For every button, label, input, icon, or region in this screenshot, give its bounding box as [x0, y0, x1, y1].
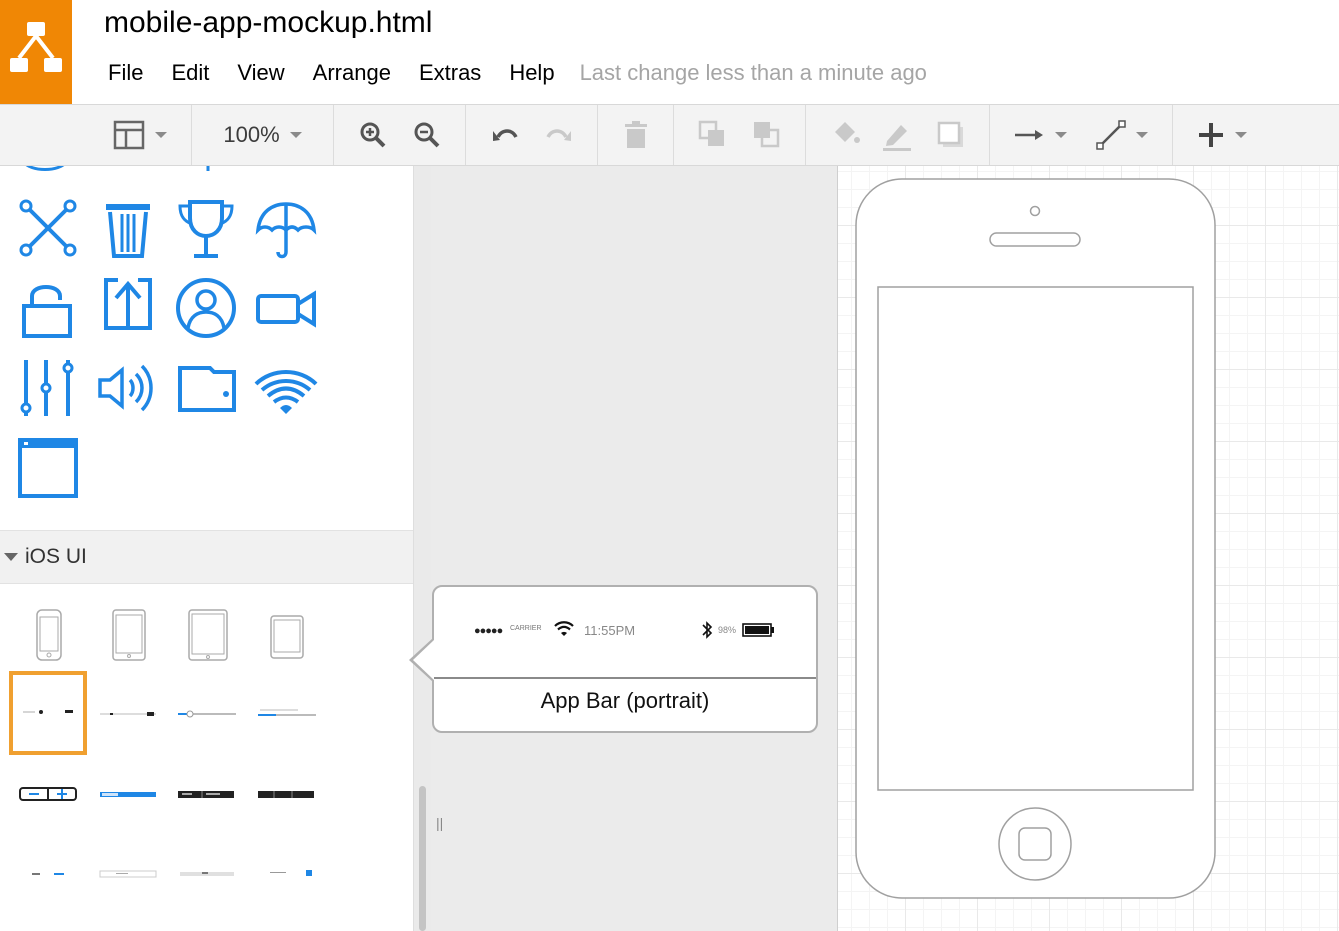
umbrella-icon[interactable]: [250, 192, 322, 264]
shape-library-sidebar[interactable]: iOS UI: [0, 166, 413, 931]
trash-icon[interactable]: [92, 192, 164, 264]
panel-splitter-handle[interactable]: ||: [436, 815, 443, 831]
app-header: mobile-app-mockup.html File Edit View Ar…: [0, 0, 1339, 104]
to-back-button[interactable]: [746, 105, 788, 165]
menu-help[interactable]: Help: [495, 60, 568, 86]
insert-dropdown[interactable]: [1190, 105, 1254, 165]
delete-button[interactable]: [615, 105, 657, 165]
shadow-button[interactable]: [930, 105, 972, 165]
last-change-status[interactable]: Last change less than a minute ago: [569, 60, 927, 86]
undo-icon: [493, 129, 518, 141]
sidebar-scrollbar[interactable]: [413, 166, 431, 931]
bring-to-front-icon: [698, 120, 724, 146]
arrow-right-icon: [1015, 130, 1043, 140]
waypoints-dropdown[interactable]: [1090, 105, 1154, 165]
chevron-down-icon: [1235, 132, 1247, 138]
zoom-in-icon: [360, 122, 386, 148]
format-panel-toggle[interactable]: [104, 105, 176, 165]
menu-extras[interactable]: Extras: [405, 60, 495, 86]
battery-percent: 98%: [718, 625, 737, 635]
diagonal-line-icon: [1096, 120, 1126, 150]
sliders-icon[interactable]: [12, 352, 84, 424]
zoom-out-icon: [414, 122, 440, 148]
bluetooth-icon: [702, 621, 713, 639]
window-icon[interactable]: [12, 432, 84, 504]
wifi-icon[interactable]: [250, 352, 322, 424]
volume-icon[interactable]: [92, 352, 164, 424]
chevron-down-icon: [289, 132, 302, 138]
zoom-in-button[interactable]: [352, 105, 394, 165]
trophy-icon[interactable]: [170, 192, 242, 264]
ios-iphone-portrait-shape[interactable]: [12, 598, 84, 670]
scrollbar-thumb[interactable]: [419, 786, 426, 931]
ios-app-bar-portrait-shape[interactable]: [9, 671, 87, 755]
ios-search-field-shape[interactable]: [170, 838, 242, 910]
ios-text-field-shape[interactable]: [92, 838, 164, 910]
upload-icon[interactable]: [92, 272, 164, 344]
shadow-icon: [937, 121, 963, 147]
ios-app-bar-landscape-shape[interactable]: [92, 678, 164, 750]
iphone-portrait-shape[interactable]: [855, 178, 1217, 900]
menu-view[interactable]: View: [223, 60, 298, 86]
pencil-icon: [883, 125, 911, 151]
chevron-down-icon: [155, 132, 167, 138]
to-front-button[interactable]: [692, 105, 734, 165]
ios-slider-shape[interactable]: [170, 678, 242, 750]
chevron-down-icon: [1055, 132, 1067, 138]
status-time: 11:55PM: [584, 623, 636, 638]
video-camera-icon[interactable]: [250, 272, 322, 344]
scissors-icon[interactable]: [12, 192, 84, 264]
unlock-icon[interactable]: [12, 272, 84, 344]
user-icon[interactable]: [170, 272, 242, 344]
wifi-icon: [554, 621, 574, 636]
panel-layout-icon: [113, 120, 145, 150]
menu-arrange[interactable]: Arrange: [299, 60, 405, 86]
connection-style-dropdown[interactable]: [1008, 105, 1072, 165]
undo-button[interactable]: [484, 105, 526, 165]
menu-bar: File Edit View Arrange Extras Help Last …: [94, 56, 927, 90]
ios-stepper-shape[interactable]: [12, 758, 84, 830]
canvas-background[interactable]: [431, 166, 837, 931]
ios-label-shape[interactable]: [12, 838, 84, 910]
diagram-logo-icon: [10, 22, 62, 72]
section-title: iOS UI: [25, 545, 87, 568]
battery-icon: [742, 623, 774, 637]
wallet-icon[interactable]: [170, 352, 242, 424]
carrier-label: CARRIER: [510, 625, 542, 632]
ios-ui-section-header[interactable]: iOS UI: [0, 530, 413, 584]
shape-preview-tooltip: ●●●●● CARRIER 11:55PM 98% App Bar (portr…: [432, 585, 818, 733]
ios-action-menu-shape[interactable]: [170, 758, 242, 830]
zoom-dropdown[interactable]: 100%: [205, 105, 320, 165]
menu-edit[interactable]: Edit: [157, 60, 223, 86]
plus-icon: [1199, 123, 1223, 147]
paint-bucket-icon: [835, 122, 860, 143]
redo-icon: [546, 129, 571, 141]
tooltip-pointer-fill: [413, 640, 434, 680]
partial-icons-row: [25, 166, 210, 171]
ios-ipad-mini-shape[interactable]: [92, 598, 164, 670]
expand-triangle-icon: [4, 553, 18, 561]
drawio-logo[interactable]: [0, 0, 72, 104]
diagram-page[interactable]: [837, 166, 1339, 931]
chevron-down-icon: [1136, 132, 1148, 138]
ios-progress-bar-shape[interactable]: [250, 678, 322, 750]
ios-info-icon-shape[interactable]: [250, 838, 322, 910]
ios-ipad-small-shape[interactable]: [250, 598, 322, 670]
zoom-out-button[interactable]: [406, 105, 448, 165]
ios-edit-menu-shape[interactable]: [250, 758, 322, 830]
fill-color-button[interactable]: [824, 105, 866, 165]
signal-dots: ●●●●●: [474, 625, 503, 637]
trash-icon: [625, 121, 647, 148]
document-title[interactable]: mobile-app-mockup.html: [104, 6, 432, 40]
menu-file[interactable]: File: [94, 60, 157, 86]
line-color-button[interactable]: [876, 105, 918, 165]
zoom-level: 100%: [223, 122, 280, 147]
redo-button[interactable]: [538, 105, 580, 165]
toolbar: 100%: [0, 104, 1339, 166]
send-to-back-icon: [754, 122, 780, 148]
tooltip-title: App Bar (portrait): [540, 688, 710, 713]
tooltip-divider: [434, 677, 816, 679]
ios-segmented-control-shape[interactable]: [92, 758, 164, 830]
ios-ipad-shape[interactable]: [170, 598, 242, 670]
